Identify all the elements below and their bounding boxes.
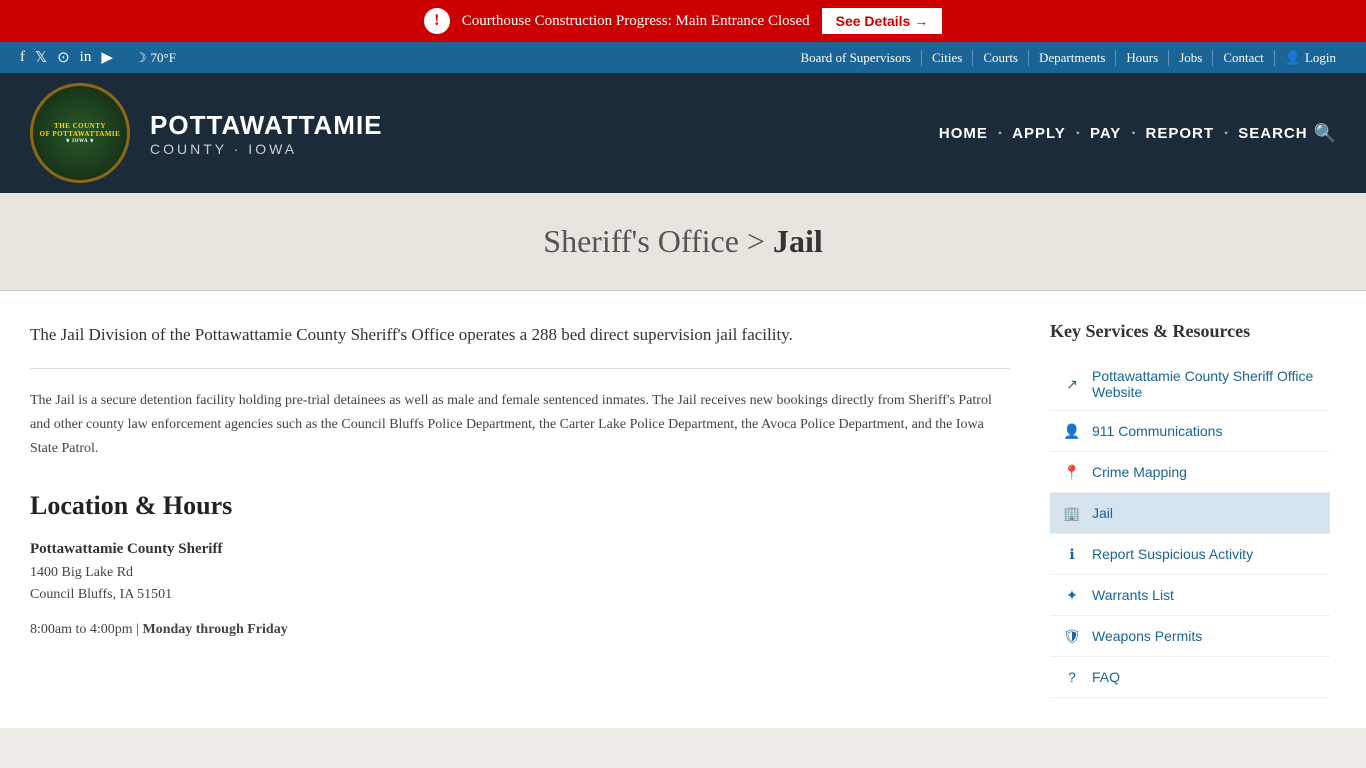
- nav-search[interactable]: SEARCH: [1238, 125, 1307, 142]
- divider: [30, 368, 1010, 369]
- body-paragraph: The Jail is a secure detention facility …: [30, 389, 1010, 460]
- external-link-icon: ↗: [1062, 374, 1082, 394]
- alert-details-button[interactable]: See Details →: [822, 8, 943, 34]
- pin-icon: 📍: [1062, 462, 1082, 482]
- site-title: POTTAWATTAMIE COUNTY · IOWA: [150, 110, 919, 157]
- info-icon: ℹ: [1062, 544, 1082, 564]
- location-address: 1400 Big Lake Rd Council Bluffs, IA 5150…: [30, 562, 1010, 607]
- question-icon: ?: [1062, 667, 1082, 687]
- top-navigation: Board of Supervisors Cities Courts Depar…: [790, 50, 1346, 66]
- star-icon: ✦: [1062, 585, 1082, 605]
- alert-message: Courthouse Construction Progress: Main E…: [462, 13, 810, 30]
- sidebar: Key Services & Resources ↗ Pottawattamie…: [1050, 321, 1330, 698]
- main-navigation: HOME • APPLY • PAY • REPORT • SEARCH 🔍: [939, 123, 1336, 144]
- building-icon: 🏢: [1062, 503, 1082, 523]
- location-name: Pottawattamie County Sheriff: [30, 541, 1010, 558]
- sidebar-link-sheriff-website[interactable]: ↗ Pottawattamie County Sheriff Office We…: [1050, 358, 1330, 411]
- youtube-link[interactable]: ▶: [101, 48, 113, 67]
- nav-cities[interactable]: Cities: [922, 50, 973, 66]
- sidebar-link-weapons[interactable]: 🛡 Weapons Permits: [1050, 616, 1330, 657]
- address-line1: 1400 Big Lake Rd: [30, 562, 1010, 584]
- intro-paragraph: The Jail Division of the Pottawattamie C…: [30, 321, 1010, 348]
- moon-icon: ☽: [135, 50, 147, 66]
- instagram-link[interactable]: ⊙: [57, 48, 70, 67]
- nav-apply[interactable]: APPLY: [1012, 125, 1066, 142]
- location-hours-heading: Location & Hours: [30, 491, 1010, 521]
- sidebar-link-warrants[interactable]: ✦ Warrants List: [1050, 575, 1330, 616]
- temperature: 70°F: [151, 50, 176, 66]
- login-link[interactable]: 👤 Login: [1275, 50, 1346, 66]
- person-icon: 👤: [1062, 421, 1082, 441]
- site-logo[interactable]: THE COUNTY OF POTTAWATTAMIE ⚜ IOWA ⚜: [30, 83, 130, 183]
- nav-dot-1: •: [998, 126, 1002, 141]
- nav-pay[interactable]: PAY: [1090, 125, 1121, 142]
- sidebar-link-jail[interactable]: 🏢 Jail: [1050, 493, 1330, 534]
- nav-home[interactable]: HOME: [939, 125, 988, 142]
- nav-departments[interactable]: Departments: [1029, 50, 1116, 66]
- nav-contact[interactable]: Contact: [1213, 50, 1274, 66]
- facebook-link[interactable]: f: [20, 49, 25, 66]
- hours-days: Monday through Friday: [142, 622, 287, 637]
- nav-dot-4: •: [1224, 126, 1228, 141]
- nav-report[interactable]: REPORT: [1146, 125, 1215, 142]
- hours-text: 8:00am to 4:00pm | Monday through Friday: [30, 622, 1010, 638]
- social-links: f 𝕏 ⊙ in ▶ ☽ 70°F: [20, 48, 176, 67]
- weather-display: ☽ 70°F: [135, 50, 176, 66]
- page-title: Sheriff's Office > Jail: [20, 223, 1346, 260]
- nav-hours[interactable]: Hours: [1116, 50, 1169, 66]
- hours-time: 8:00am to 4:00pm: [30, 622, 133, 637]
- breadcrumb-parent[interactable]: Sheriff's Office: [543, 223, 739, 259]
- nav-dot-2: •: [1076, 126, 1080, 141]
- content-area: The Jail Division of the Pottawattamie C…: [30, 321, 1010, 698]
- sidebar-title: Key Services & Resources: [1050, 321, 1330, 342]
- nav-board-of-supervisors[interactable]: Board of Supervisors: [790, 50, 922, 66]
- site-header: THE COUNTY OF POTTAWATTAMIE ⚜ IOWA ⚜ POT…: [0, 73, 1366, 193]
- user-icon: 👤: [1285, 50, 1301, 66]
- top-bar: f 𝕏 ⊙ in ▶ ☽ 70°F Board of Supervisors C…: [0, 42, 1366, 73]
- nav-courts[interactable]: Courts: [973, 50, 1029, 66]
- page-title-area: Sheriff's Office > Jail: [0, 193, 1366, 291]
- nav-dot-3: •: [1131, 126, 1135, 141]
- sidebar-link-faq[interactable]: ? FAQ: [1050, 657, 1330, 698]
- alert-bar: ! Courthouse Construction Progress: Main…: [0, 0, 1366, 42]
- sidebar-link-crime-mapping[interactable]: 📍 Crime Mapping: [1050, 452, 1330, 493]
- badge-icon: 🛡: [1062, 626, 1082, 646]
- main-content: The Jail Division of the Pottawattamie C…: [0, 291, 1366, 728]
- linkedin-link[interactable]: in: [80, 49, 92, 66]
- search-button[interactable]: 🔍: [1314, 123, 1336, 144]
- twitter-link[interactable]: 𝕏: [35, 48, 47, 67]
- alert-icon: !: [424, 8, 450, 34]
- sidebar-link-report-suspicious[interactable]: ℹ Report Suspicious Activity: [1050, 534, 1330, 575]
- nav-jobs[interactable]: Jobs: [1169, 50, 1213, 66]
- sidebar-link-911[interactable]: 👤 911 Communications: [1050, 411, 1330, 452]
- breadcrumb-current: Jail: [773, 223, 823, 259]
- breadcrumb-separator: >: [747, 223, 773, 259]
- address-line2: Council Bluffs, IA 51501: [30, 584, 1010, 606]
